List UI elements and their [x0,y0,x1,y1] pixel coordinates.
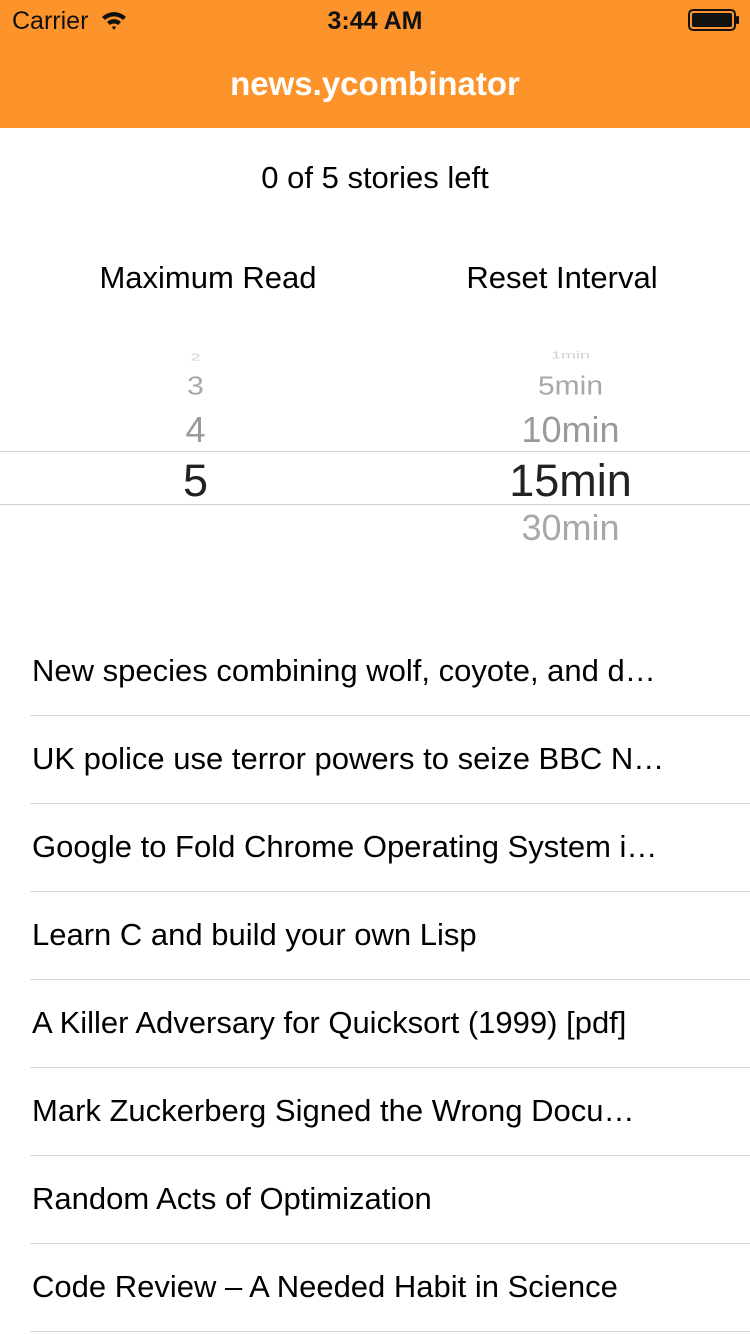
maximum-read-wheel[interactable]: 2 3 4 5 [8,338,383,558]
story-row[interactable]: Random Acts of Optimization [30,1156,750,1244]
picker-option[interactable]: 10min [383,412,750,448]
navigation-bar: Carrier 3:44 AM news.ycombinator [0,0,750,128]
picker-selected-option[interactable]: 5 [8,458,383,503]
story-title: Code Review – A Needed Habit in Science [32,1269,618,1304]
story-title: Learn C and build your own Lisp [32,917,477,952]
story-row[interactable]: A Killer Adversary for Quicksort (1999) … [30,980,750,1068]
reset-interval-wheel[interactable]: 1min 5min 10min 15min 30min [383,338,750,558]
story-row[interactable]: Code Review – A Needed Habit in Science [30,1244,750,1332]
story-title: A Killer Adversary for Quicksort (1999) … [32,1005,627,1040]
picker-selected-option[interactable]: 15min [383,458,750,503]
story-title: UK police use terror powers to seize BBC… [32,741,665,776]
reset-interval-label: Reset Interval [466,260,658,295]
story-row[interactable]: New species combining wolf, coyote, and … [30,628,750,716]
picker-option[interactable]: 30min [383,510,750,546]
picker-option[interactable]: 3 [8,374,383,400]
battery-icon [688,9,739,31]
story-title: Mark Zuckerberg Signed the Wrong Docu… [32,1093,635,1128]
app-screen: Carrier 3:44 AM news.ycombinator 0 of 5 … [0,0,750,1334]
stories-left-counter: 0 of 5 stories left [261,160,489,195]
story-row[interactable]: Learn C and build your own Lisp [30,892,750,980]
nav-title: news.ycombinator [230,65,520,102]
picker-option[interactable]: 2 [8,352,383,362]
status-time: 3:44 AM [327,7,423,35]
story-row[interactable]: UK police use terror powers to seize BBC… [30,716,750,804]
picker-option[interactable]: 4 [8,412,383,448]
picker-option[interactable]: 1min [383,350,750,360]
story-title: Random Acts of Optimization [32,1181,432,1216]
story-row[interactable]: Mark Zuckerberg Signed the Wrong Docu… [30,1068,750,1156]
story-title: New species combining wolf, coyote, and … [32,653,656,688]
maximum-read-label: Maximum Read [99,260,317,295]
story-list: New species combining wolf, coyote, and … [0,628,750,1332]
story-row[interactable]: Google to Fold Chrome Operating System i… [30,804,750,892]
story-title: Google to Fold Chrome Operating System i… [32,829,658,864]
settings-picker[interactable]: 2 3 4 5 1min 5min 10min 15min 30min [0,338,750,558]
picker-option[interactable]: 5min [383,374,750,400]
